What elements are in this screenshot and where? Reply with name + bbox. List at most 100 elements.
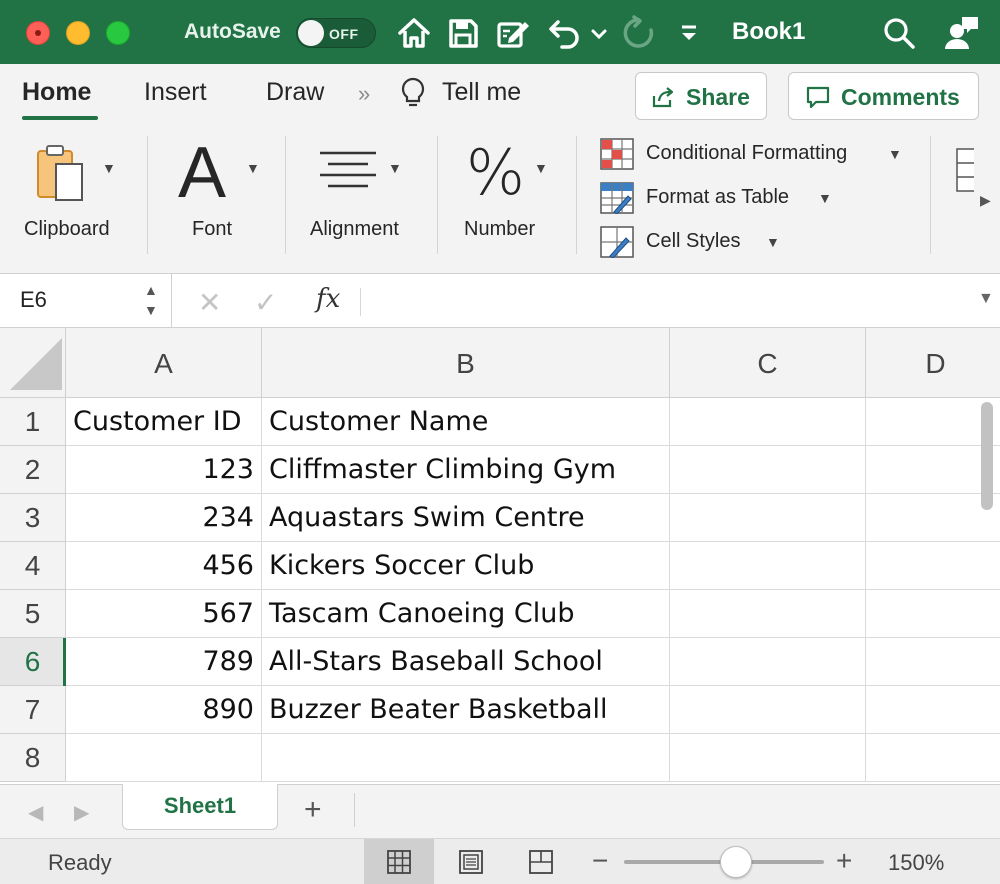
cell-b1[interactable]: Customer Name <box>262 398 670 446</box>
cell-a1[interactable]: Customer ID <box>66 398 262 446</box>
autosave-toggle[interactable]: OFF <box>296 18 376 48</box>
tab-insert[interactable]: Insert <box>144 78 207 107</box>
column-header-b[interactable]: B <box>262 328 670 398</box>
cell-d5[interactable] <box>866 590 1000 638</box>
page-layout-view-button[interactable] <box>436 839 506 884</box>
group-divider <box>437 136 438 254</box>
zoom-out-button[interactable]: − <box>592 845 608 877</box>
page-break-view-button[interactable] <box>506 839 576 884</box>
normal-view-button[interactable] <box>364 839 434 884</box>
active-tab-indicator <box>22 116 98 120</box>
zoom-slider-handle[interactable] <box>720 846 752 878</box>
cell-d1[interactable] <box>866 398 1000 446</box>
tab-draw[interactable]: Draw <box>266 78 324 107</box>
cell-styles-button[interactable]: Cell Styles ▼ <box>600 226 790 258</box>
name-box-stepper-icon[interactable]: ▲ ▼ <box>144 280 158 320</box>
conditional-formatting-button[interactable]: Conditional Formatting ▼ <box>600 138 910 170</box>
cell-b2[interactable]: Cliffmaster Climbing Gym <box>262 446 670 494</box>
clipboard-group[interactable]: ▼ Clipboard <box>14 134 138 256</box>
vertical-scrollbar[interactable] <box>981 402 993 510</box>
scroll-sheets-right-icon[interactable]: ▶ <box>74 800 89 825</box>
row-header-1[interactable]: 1 <box>0 398 66 446</box>
cell-c4[interactable] <box>670 542 866 590</box>
row-header-8[interactable]: 8 <box>0 734 66 782</box>
share-button[interactable]: Share <box>635 72 767 120</box>
toggle-knob <box>298 20 324 46</box>
cell-a4[interactable]: 456 <box>66 542 262 590</box>
cancel-formula-icon[interactable]: ✕ <box>198 286 221 319</box>
spreadsheet-grid[interactable]: A B C D 1 Customer ID Customer Name 2 123 Cliffma… <box>0 328 1000 784</box>
cell-b5[interactable]: Tascam Canoeing Club <box>262 590 670 638</box>
cell-d6[interactable] <box>866 638 1000 686</box>
row-header-2[interactable]: 2 <box>0 446 66 494</box>
cell-d8[interactable] <box>866 734 1000 782</box>
comments-button[interactable]: Comments <box>788 72 979 120</box>
share-person-icon[interactable] <box>942 14 980 52</box>
format-as-table-button[interactable]: Format as Table ▼ <box>600 182 840 214</box>
cell-c3[interactable] <box>670 494 866 542</box>
minimize-window-button[interactable] <box>66 21 90 45</box>
row-header-7[interactable]: 7 <box>0 686 66 734</box>
cell-a3[interactable]: 234 <box>66 494 262 542</box>
cell-c5[interactable] <box>670 590 866 638</box>
row-header-6[interactable]: 6 <box>0 638 66 686</box>
redo-icon[interactable] <box>620 14 658 52</box>
cell-d2[interactable] <box>866 446 1000 494</box>
alignment-group[interactable]: ▼ Alignment <box>298 134 426 256</box>
edit-icon[interactable] <box>494 14 532 52</box>
save-icon[interactable] <box>444 14 482 52</box>
cell-b7[interactable]: Buzzer Beater Basketball <box>262 686 670 734</box>
number-group[interactable]: % ▼ Number <box>452 134 562 256</box>
zoom-in-button[interactable]: + <box>836 845 852 877</box>
tell-me-search[interactable]: Tell me <box>442 78 521 107</box>
sheet-tab-bar: ◀ ▶ Sheet1 + <box>0 784 1000 838</box>
share-label: Share <box>686 84 750 110</box>
insert-function-icon[interactable]: fx <box>316 284 340 314</box>
font-group[interactable]: A ▼ Font <box>160 133 278 256</box>
confirm-formula-icon[interactable]: ✓ <box>254 286 277 319</box>
chevron-down-icon: ▼ <box>818 190 832 206</box>
ribbon-scroll-right-icon[interactable]: ▶ <box>980 192 991 209</box>
tab-home[interactable]: Home <box>22 78 91 107</box>
zoom-window-button[interactable] <box>106 21 130 45</box>
row-header-4[interactable]: 4 <box>0 542 66 590</box>
column-header-a[interactable]: A <box>66 328 262 398</box>
cell-b6[interactable]: All-Stars Baseball School <box>262 638 670 686</box>
name-box[interactable]: E6 ▲ ▼ <box>0 274 172 328</box>
cell-b4[interactable]: Kickers Soccer Club <box>262 542 670 590</box>
home-icon[interactable] <box>395 14 433 52</box>
search-icon[interactable] <box>880 14 918 52</box>
tabs-overflow-icon[interactable]: » <box>358 81 370 107</box>
select-all-button[interactable] <box>0 328 66 398</box>
customize-icon[interactable] <box>676 14 702 52</box>
cell-a7[interactable]: 890 <box>66 686 262 734</box>
insert-cells-icon[interactable] <box>956 148 974 192</box>
cell-d4[interactable] <box>866 542 1000 590</box>
row-header-5[interactable]: 5 <box>0 590 66 638</box>
cell-b8[interactable] <box>262 734 670 782</box>
cell-c6[interactable] <box>670 638 866 686</box>
cell-a8[interactable] <box>66 734 262 782</box>
column-header-c[interactable]: C <box>670 328 866 398</box>
cell-a6[interactable]: 789 <box>66 638 262 686</box>
scroll-sheets-left-icon[interactable]: ◀ <box>28 800 43 825</box>
undo-dropdown-icon[interactable] <box>588 14 610 52</box>
expand-formula-icon[interactable]: ▼ <box>978 290 994 308</box>
cell-d7[interactable] <box>866 686 1000 734</box>
zoom-level[interactable]: 150% <box>888 850 944 876</box>
close-window-button[interactable] <box>26 21 50 45</box>
undo-icon[interactable] <box>546 14 584 52</box>
column-header-d[interactable]: D <box>866 328 1000 398</box>
number-label: Number <box>464 218 536 240</box>
cell-a2[interactable]: 123 <box>66 446 262 494</box>
add-sheet-button[interactable]: + <box>304 793 322 827</box>
cell-d3[interactable] <box>866 494 1000 542</box>
cell-c1[interactable] <box>670 398 866 446</box>
cell-b3[interactable]: Aquastars Swim Centre <box>262 494 670 542</box>
row-header-3[interactable]: 3 <box>0 494 66 542</box>
cell-c7[interactable] <box>670 686 866 734</box>
cell-a5[interactable]: 567 <box>66 590 262 638</box>
cell-c8[interactable] <box>670 734 866 782</box>
cell-c2[interactable] <box>670 446 866 494</box>
sheet-tab-sheet1[interactable]: Sheet1 <box>122 784 278 830</box>
